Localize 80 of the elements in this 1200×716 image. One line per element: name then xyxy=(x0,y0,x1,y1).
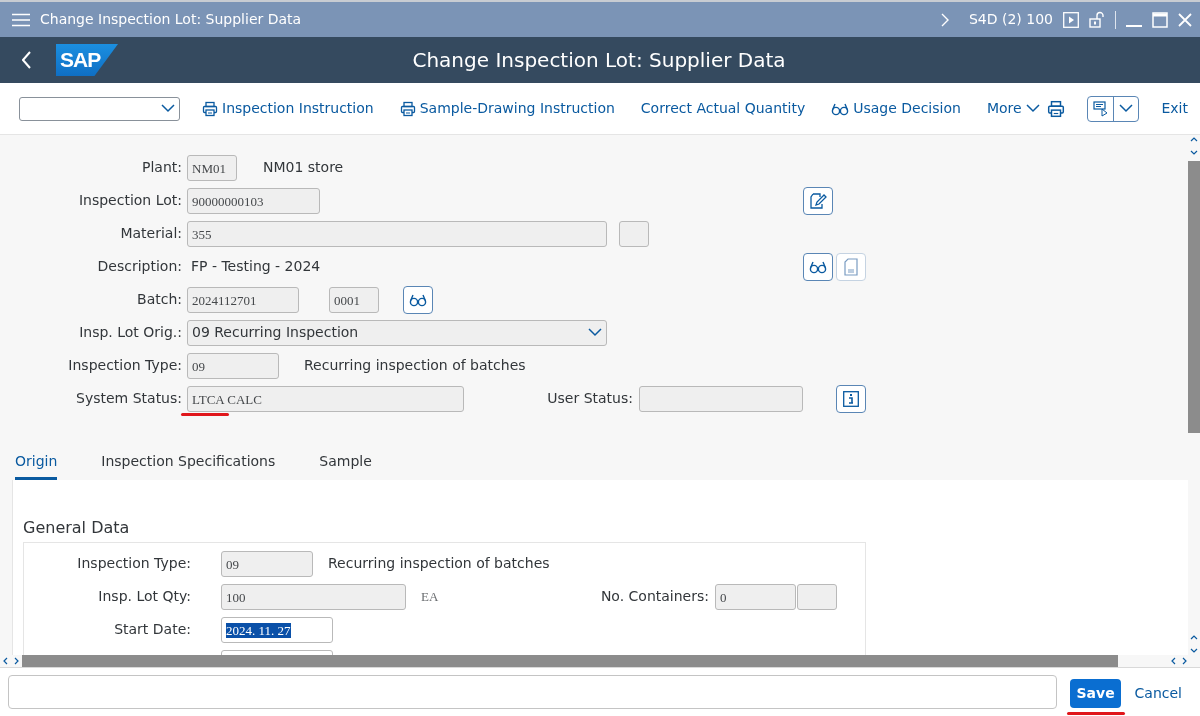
document-icon xyxy=(844,257,858,276)
field-label: Inspection Lot: xyxy=(77,191,182,210)
scrollbar-thumb[interactable] xyxy=(1188,161,1200,433)
command-field[interactable] xyxy=(8,675,1057,709)
input-field[interactable]: LTCA CALC xyxy=(187,385,464,412)
field-label: Description: xyxy=(96,257,182,276)
field-label: System Status: xyxy=(75,389,182,408)
field-label: Start Date: xyxy=(113,620,191,639)
close-icon[interactable] xyxy=(1178,12,1192,27)
field-text: Recurring inspection of batches xyxy=(304,356,527,375)
menu-icon[interactable] xyxy=(12,12,30,27)
page-title: Change Inspection Lot: Supplier Data xyxy=(411,47,787,74)
unit-text: EA xyxy=(421,587,440,606)
cancel-button[interactable]: Cancel xyxy=(1128,679,1188,708)
display-button[interactable] xyxy=(403,285,433,314)
save-button[interactable]: Save xyxy=(1070,679,1121,708)
maximize-icon[interactable] xyxy=(1152,11,1168,28)
chevron-down-icon xyxy=(1119,104,1134,113)
section-title: General Data xyxy=(23,517,131,539)
display-action-link[interactable]: Usage Decision xyxy=(831,98,961,119)
sap-logo: SAP xyxy=(56,44,118,76)
back-icon[interactable] xyxy=(22,51,32,69)
input-field[interactable]: 100 xyxy=(221,583,406,610)
tab[interactable]: Sample xyxy=(319,450,372,480)
input-field[interactable]: 0001 xyxy=(329,286,379,313)
field-label: Batch: xyxy=(136,290,182,309)
glasses-icon xyxy=(409,292,427,307)
input-field[interactable]: 2024. 11. 27 xyxy=(221,616,333,643)
field-text: NM01 store xyxy=(263,158,345,177)
input-field[interactable]: 2024112701 xyxy=(187,286,299,313)
input-field[interactable]: 0 xyxy=(715,583,796,610)
glasses-icon xyxy=(831,101,850,116)
info-button[interactable] xyxy=(836,384,866,413)
screen-icon xyxy=(1093,100,1109,117)
input-field[interactable]: 09 xyxy=(187,352,279,379)
chevron-down-icon xyxy=(1025,104,1040,113)
field-label: Inspection Type: xyxy=(76,554,191,573)
scroll-arrows-icon[interactable] xyxy=(1188,135,1200,157)
field-label: User Status: xyxy=(546,389,633,408)
input-field[interactable] xyxy=(797,583,837,610)
screen-options-button[interactable] xyxy=(1087,95,1140,122)
variant-dropdown[interactable] xyxy=(19,96,180,121)
input-field[interactable]: 09 xyxy=(221,550,313,577)
printer-icon[interactable] xyxy=(1047,99,1066,118)
input-field[interactable]: 355 xyxy=(187,220,607,247)
window-title: Change Inspection Lot: Supplier Data xyxy=(40,10,303,29)
system-info: S4D (2) 100 xyxy=(968,10,1053,29)
chevron-down-icon xyxy=(161,104,175,113)
printer-icon xyxy=(202,100,218,117)
unlock-icon[interactable] xyxy=(1089,11,1105,28)
field-text: Recurring inspection of batches xyxy=(328,554,551,573)
info-icon xyxy=(843,390,859,407)
display-button[interactable] xyxy=(803,252,833,281)
dropdown-field[interactable]: 09 Recurring Inspection xyxy=(187,319,607,346)
tab[interactable]: Inspection Specifications xyxy=(101,450,276,480)
input-field[interactable] xyxy=(619,220,649,247)
chevron-down-icon xyxy=(588,328,602,337)
field-label: No. Containers: xyxy=(599,587,709,606)
more-menu-button[interactable]: More xyxy=(986,98,1040,119)
print-action-link[interactable]: Sample-Drawing Instruction xyxy=(399,98,615,119)
field-label: Insp. Lot Orig.: xyxy=(78,323,182,342)
input-field[interactable] xyxy=(639,385,803,412)
input-field[interactable]: 90000000103 xyxy=(187,187,320,214)
field-label: Insp. Lot Qty: xyxy=(97,587,191,606)
scrollbar-thumb[interactable] xyxy=(22,655,1118,667)
field-label: Inspection Type: xyxy=(67,356,182,375)
play-icon[interactable] xyxy=(1063,11,1079,28)
chevron-right-icon[interactable] xyxy=(940,12,949,27)
field-label: Material: xyxy=(119,224,182,243)
exit-button[interactable]: Exit xyxy=(1161,98,1188,119)
edit-document-icon xyxy=(809,191,827,210)
input-field[interactable]: NM01 xyxy=(187,154,237,181)
field-text: FP - Testing - 2024 xyxy=(191,257,322,276)
printer-icon xyxy=(399,100,416,117)
scroll-arrows-icon[interactable] xyxy=(1188,633,1200,655)
edit-button[interactable] xyxy=(803,186,833,215)
glasses-icon xyxy=(809,259,827,274)
field-label: Plant: xyxy=(141,158,182,177)
print-action-link[interactable]: Inspection Instruction xyxy=(202,98,374,119)
action-link[interactable]: Correct Actual Quantity xyxy=(640,98,806,119)
